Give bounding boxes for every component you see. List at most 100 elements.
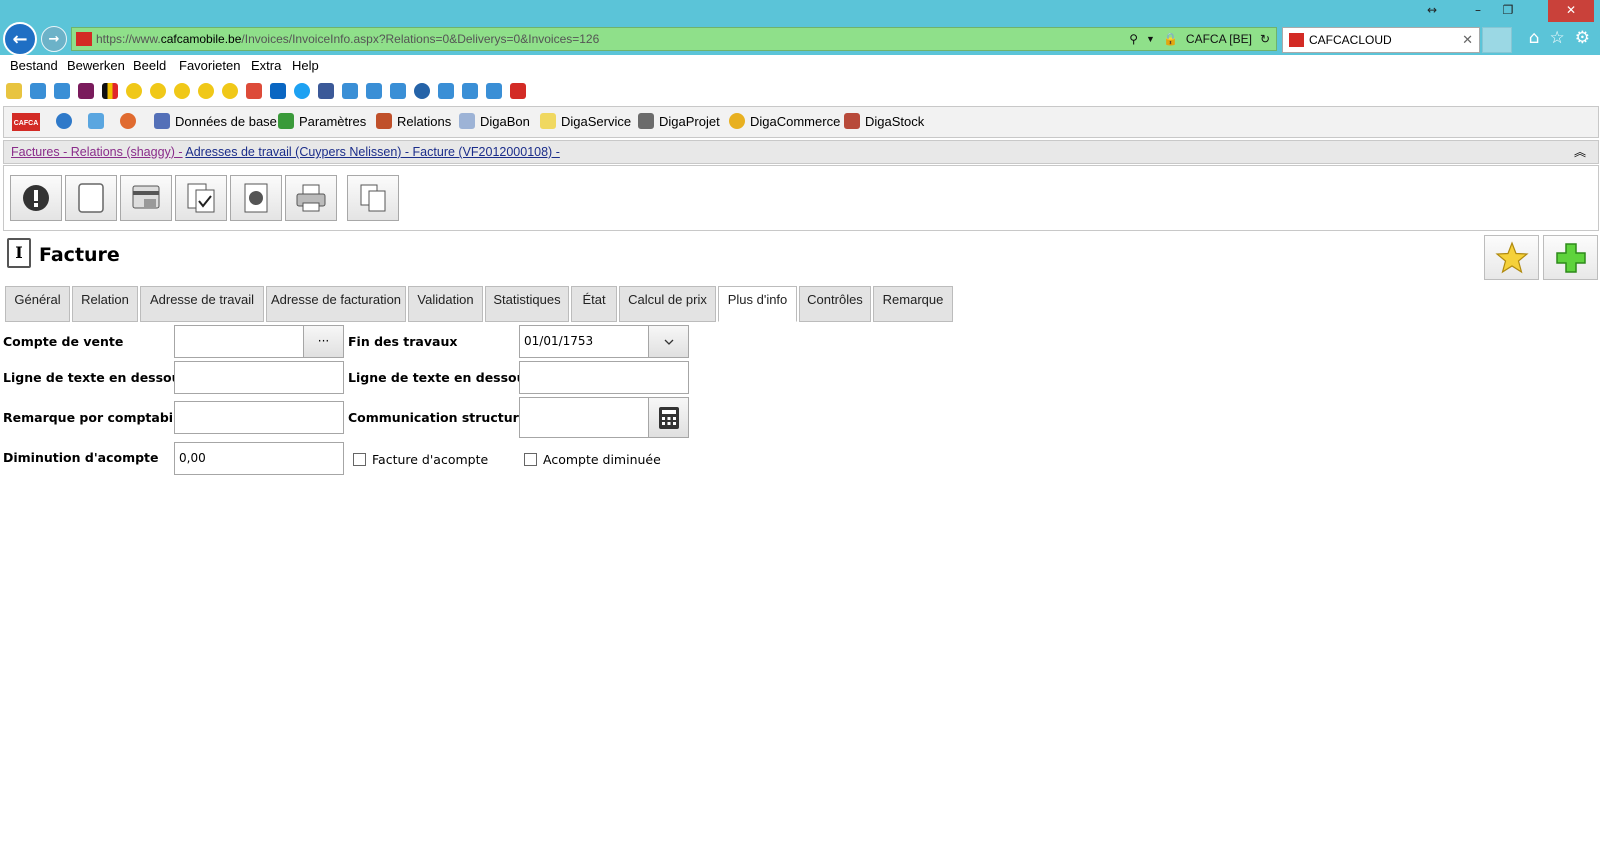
yellow-site-icon[interactable] — [126, 83, 142, 99]
collapse-chevron-icon[interactable]: ︽ — [1574, 141, 1586, 163]
yellow-site-icon[interactable] — [198, 83, 214, 99]
toolbar-donnees-de-base[interactable]: Données de base — [154, 113, 277, 129]
tab-etat[interactable]: État — [571, 286, 617, 322]
tab-adresse-de-travail[interactable]: Adresse de travail — [140, 286, 264, 322]
refresh-icon[interactable]: ↻ — [1260, 28, 1270, 50]
menu-extra[interactable]: Extra — [251, 58, 281, 73]
copy-button[interactable] — [347, 175, 399, 221]
alert-button[interactable] — [10, 175, 62, 221]
project-icon — [638, 113, 654, 129]
search-icon[interactable]: ⚲ — [1129, 28, 1138, 50]
restore-button[interactable]: ❐ — [1494, 0, 1522, 22]
toolbar-digaservice[interactable]: DigaService — [540, 113, 631, 129]
close-window-button[interactable]: ✕ — [1548, 0, 1594, 22]
menu-bestand[interactable]: Bestand — [10, 58, 58, 73]
url-path: /Invoices/InvoiceInfo.aspx?Relations=0&D… — [241, 32, 600, 46]
dropdown-arrow-icon[interactable]: ▼ — [1146, 28, 1155, 50]
remarque-field[interactable] — [174, 401, 344, 434]
document-icon — [459, 113, 475, 129]
settings-gear-icon[interactable]: ⚙ — [1575, 28, 1590, 48]
stop-document-button[interactable] — [230, 175, 282, 221]
tab-adresse-de-facturation[interactable]: Adresse de facturation — [266, 286, 406, 322]
forward-button[interactable]: → — [41, 26, 67, 52]
tab-calcul-de-prix[interactable]: Calcul de prix — [619, 286, 716, 322]
cafca-logo-icon[interactable]: CAFCA — [12, 113, 40, 131]
toolbar-digacommerce[interactable]: DigaCommerce — [729, 113, 840, 129]
diminution-field[interactable]: 0,00 — [174, 442, 344, 475]
user-icon[interactable] — [120, 113, 136, 129]
calculator-button[interactable] — [648, 398, 688, 437]
toolbar-parametres[interactable]: Paramètres — [278, 113, 366, 129]
site-identity[interactable]: CAFCA [BE] — [1186, 28, 1252, 50]
toolbar-digabon[interactable]: DigaBon — [459, 113, 530, 129]
home-icon[interactable]: ⌂ — [1529, 28, 1540, 48]
resize-icon[interactable]: ↔ — [1418, 0, 1446, 22]
ie-link-icon[interactable] — [390, 83, 406, 99]
ie-link-icon[interactable] — [486, 83, 502, 99]
tab-remarque[interactable]: Remarque — [873, 286, 953, 322]
facture-acompte-checkbox[interactable]: Facture d'acompte — [353, 452, 488, 467]
favorites-bar — [0, 78, 1600, 104]
new-document-button[interactable] — [65, 175, 117, 221]
menu-help[interactable]: Help — [292, 58, 319, 73]
checkbox-box[interactable] — [524, 453, 537, 466]
linkedin-icon[interactable] — [270, 83, 286, 99]
checkbox-box[interactable] — [353, 453, 366, 466]
toolbar-digaprojet[interactable]: DigaProjet — [638, 113, 720, 129]
back-button[interactable]: ← — [3, 22, 37, 56]
new-tab-button[interactable] — [1482, 27, 1512, 53]
facebook-icon[interactable] — [318, 83, 334, 99]
ie-link-icon[interactable] — [366, 83, 382, 99]
ie-link-icon[interactable] — [462, 83, 478, 99]
globe-icon[interactable] — [56, 113, 72, 129]
ligne2-field[interactable] — [519, 361, 689, 394]
cafca-link-icon[interactable] — [510, 83, 526, 99]
tab-plus-d-info[interactable]: Plus d'info — [718, 286, 797, 322]
toolbar-digastock[interactable]: DigaStock — [844, 113, 924, 129]
google-plus-icon[interactable] — [246, 83, 262, 99]
h-site-icon[interactable] — [78, 83, 94, 99]
twitter-icon[interactable] — [294, 83, 310, 99]
yellow-site-icon[interactable] — [174, 83, 190, 99]
ie-link-icon[interactable] — [54, 83, 70, 99]
invoice-info-icon: I — [7, 238, 31, 268]
globe-icon[interactable] — [414, 83, 430, 99]
tab-general[interactable]: Général — [5, 286, 70, 322]
ie-link-icon[interactable] — [342, 83, 358, 99]
browser-tab[interactable]: CAFCACLOUD ✕ — [1282, 27, 1480, 53]
validate-button[interactable] — [175, 175, 227, 221]
tab-statistiques[interactable]: Statistiques — [485, 286, 569, 322]
breadcrumb-link-adresses[interactable]: Adresses de travail (Cuypers Nelissen) -… — [185, 145, 559, 159]
date-dropdown-button[interactable] — [648, 326, 688, 357]
compte-de-vente-field[interactable]: ··· — [174, 325, 344, 358]
ie-link-icon[interactable] — [438, 83, 454, 99]
favorite-button[interactable] — [1484, 235, 1539, 280]
lookup-button[interactable]: ··· — [303, 326, 343, 357]
ligne1-field[interactable] — [174, 361, 344, 394]
communication-field[interactable] — [519, 397, 689, 438]
menu-favorieten[interactable]: Favorieten — [179, 58, 240, 73]
favorites-star-icon[interactable]: ☆ — [1550, 28, 1565, 48]
minimize-button[interactable]: – — [1464, 0, 1492, 22]
add-button[interactable] — [1543, 235, 1598, 280]
breadcrumb-link-factures[interactable]: Factures - Relations (shaggy) - — [11, 145, 183, 159]
add-favorite-icon[interactable] — [6, 83, 22, 99]
tab-validation[interactable]: Validation — [408, 286, 483, 322]
close-tab-icon[interactable]: ✕ — [1462, 28, 1473, 52]
menu-beeld[interactable]: Beeld — [133, 58, 166, 73]
belgium-flag-icon[interactable] — [102, 83, 118, 99]
ie-link-icon[interactable] — [30, 83, 46, 99]
fin-des-travaux-field[interactable]: 01/01/1753 — [519, 325, 689, 358]
tab-controles[interactable]: Contrôles — [799, 286, 871, 322]
card-button[interactable] — [120, 175, 172, 221]
sync-icon[interactable] — [88, 113, 104, 129]
address-bar[interactable]: https://www.cafcamobile.be/Invoices/Invo… — [71, 27, 1277, 51]
people-icon — [376, 113, 392, 129]
menu-bewerken[interactable]: Bewerken — [67, 58, 125, 73]
acompte-diminuee-checkbox[interactable]: Acompte diminuée — [524, 452, 661, 467]
tab-relation[interactable]: Relation — [72, 286, 138, 322]
print-button[interactable] — [285, 175, 337, 221]
yellow-site-icon[interactable] — [222, 83, 238, 99]
toolbar-relations[interactable]: Relations — [376, 113, 451, 129]
yellow-site-icon[interactable] — [150, 83, 166, 99]
